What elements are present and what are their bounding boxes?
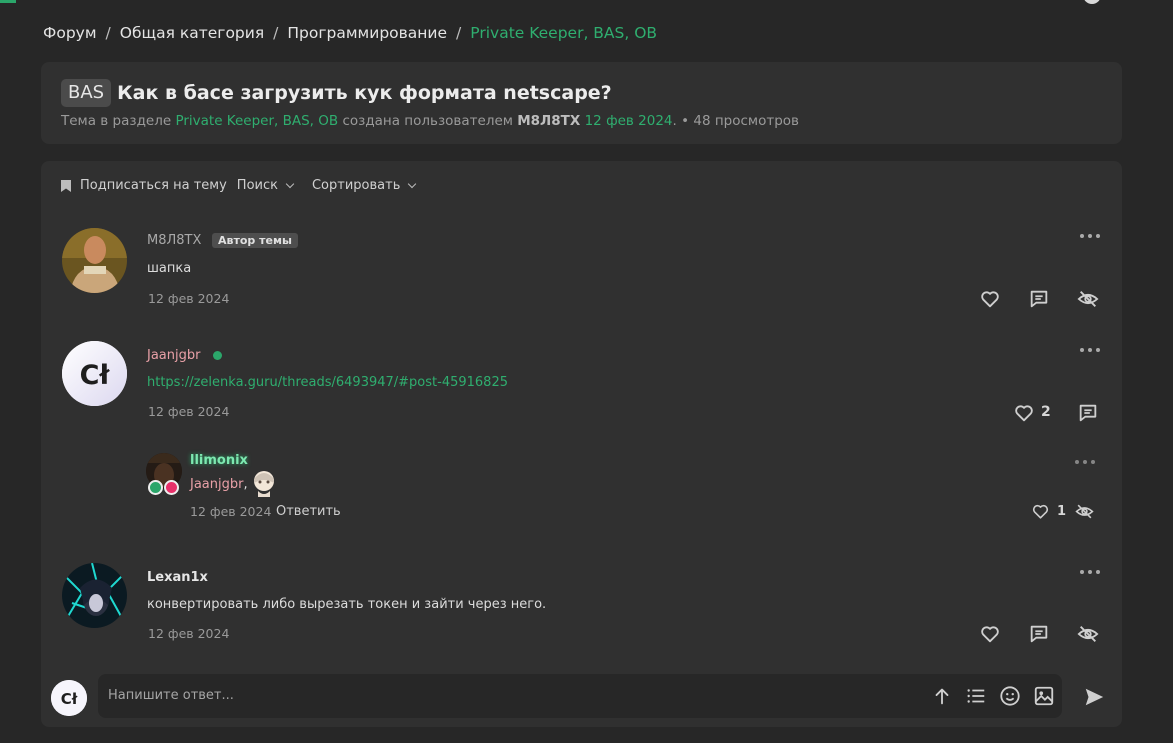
breadcrumb-separator: / (273, 24, 279, 42)
heart-icon[interactable] (1031, 502, 1050, 521)
hide-icon[interactable] (1077, 288, 1099, 310)
post-date[interactable]: 12 фев 2024 (148, 291, 229, 306)
sort-dropdown[interactable]: Сортировать (311, 178, 417, 193)
comment: llimonix Jaanjgbr, 12 фев 2024 Ответить … (41, 446, 1122, 526)
thread-toolbar: Подписаться на тему Поиск Сортировать (60, 178, 417, 193)
heart-icon[interactable] (979, 623, 1001, 645)
breadcrumb: Форум / Общая категория / Программирован… (43, 24, 657, 42)
subscribe-button[interactable]: Подписаться на тему (60, 178, 227, 193)
comment-icon[interactable] (1028, 288, 1050, 310)
hide-icon[interactable] (1077, 623, 1099, 645)
arrow-up-icon[interactable] (931, 685, 953, 707)
heart-badge-icon (164, 480, 179, 495)
chevron-down-icon (285, 179, 295, 188)
heart-icon[interactable] (1013, 402, 1035, 424)
top-accent-stripe (0, 0, 16, 3)
post-link[interactable]: https://zelenka.guru/threads/6493947/#po… (147, 375, 508, 390)
avatar-initials: Cł (61, 690, 78, 708)
thread-posts-panel: Подписаться на тему Поиск Сортировать M8… (41, 161, 1122, 727)
post-date[interactable]: 12 фев 2024 (148, 626, 229, 641)
breadcrumb-general-category[interactable]: Общая категория (120, 24, 264, 42)
heart-icon[interactable] (979, 288, 1001, 310)
meta-views: • 48 просмотров (681, 113, 800, 129)
post-author[interactable]: Lexan1x (147, 570, 208, 585)
comment-date[interactable]: 12 фев 2024 (190, 504, 271, 519)
sticker-image (254, 471, 274, 497)
avatar[interactable] (62, 228, 127, 293)
more-icon[interactable] (1080, 233, 1100, 239)
user-menu-icon[interactable] (1083, 0, 1101, 4)
reply-placeholder: Напишите ответ... (108, 688, 234, 703)
author-badge: Автор темы (212, 233, 298, 248)
avatar[interactable]: Cł (62, 341, 127, 406)
thread-header: BAS Как в басе загрузить кук формата net… (41, 62, 1122, 144)
user-badge-icon (148, 480, 163, 495)
comment-author[interactable]: llimonix (190, 453, 248, 468)
send-icon[interactable] (1083, 686, 1105, 708)
post-author[interactable]: Jaanjgbr (147, 348, 200, 363)
thread-meta: Тема в разделе Private Keeper, BAS, OB с… (61, 113, 799, 129)
meta-section-link[interactable]: Private Keeper, BAS, OB (175, 113, 338, 129)
breadcrumb-forum[interactable]: Форум (43, 24, 97, 42)
smile-icon[interactable] (999, 685, 1021, 707)
reply-link[interactable]: Ответить (276, 504, 341, 519)
meta-created-by: создана пользователем (342, 113, 513, 129)
breadcrumb-programming[interactable]: Программирование (287, 24, 447, 42)
comment-content: Jaanjgbr, (190, 477, 248, 492)
meta-date-link[interactable]: 12 фев 2024 (585, 113, 673, 129)
reply-bar: Cł Напишите ответ... (41, 666, 1122, 727)
more-icon[interactable] (1080, 569, 1100, 575)
like-count: 2 (1041, 404, 1051, 420)
meta-dot: . (672, 113, 677, 129)
bookmark-icon (61, 179, 71, 192)
sort-label: Сортировать (311, 178, 401, 193)
comment-icon[interactable] (1077, 402, 1099, 424)
meta-prefix: Тема в разделе (61, 113, 172, 129)
chevron-down-icon (408, 179, 417, 188)
search-dropdown[interactable]: Поиск (236, 178, 295, 193)
post-date[interactable]: 12 фев 2024 (148, 404, 229, 419)
post-content: https://zelenka.guru/threads/6493947/#po… (147, 375, 508, 390)
meta-author-link[interactable]: M8Л8TX (517, 113, 580, 129)
mention-link[interactable]: Jaanjgbr (190, 477, 243, 492)
post: Lexan1x конвертировать либо вырезать ток… (41, 559, 1122, 659)
subscribe-label: Подписаться на тему (80, 178, 227, 193)
hide-icon[interactable] (1075, 502, 1094, 521)
avatar[interactable] (62, 563, 127, 628)
post-content: шапка (147, 261, 192, 276)
breadcrumb-separator: / (105, 24, 111, 42)
thread-title: Как в басе загрузить кук формата netscap… (117, 82, 612, 104)
image-icon[interactable] (1033, 685, 1055, 707)
breadcrumb-separator: / (456, 24, 462, 42)
comment-icon[interactable] (1028, 623, 1050, 645)
post-author[interactable]: M8Л8TX (147, 233, 201, 248)
mention-suffix: , (243, 477, 248, 492)
post-content: конвертировать либо вырезать токен и зай… (147, 597, 547, 612)
more-icon[interactable] (1080, 347, 1100, 353)
reply-input[interactable]: Напишите ответ... (98, 674, 1062, 718)
like-count: 1 (1057, 504, 1067, 519)
breadcrumb-section[interactable]: Private Keeper, BAS, OB (470, 24, 657, 42)
avatar[interactable]: Cł (51, 680, 87, 716)
avatar-initials: Cł (80, 360, 111, 391)
list-icon[interactable] (965, 685, 987, 707)
post: M8Л8TX Автор темы шапка 12 фев 2024 (41, 221, 1122, 321)
search-label: Поиск (236, 178, 278, 193)
online-status-indicator (213, 351, 222, 360)
more-icon[interactable] (1075, 459, 1095, 465)
thread-prefix[interactable]: BAS (61, 79, 112, 107)
